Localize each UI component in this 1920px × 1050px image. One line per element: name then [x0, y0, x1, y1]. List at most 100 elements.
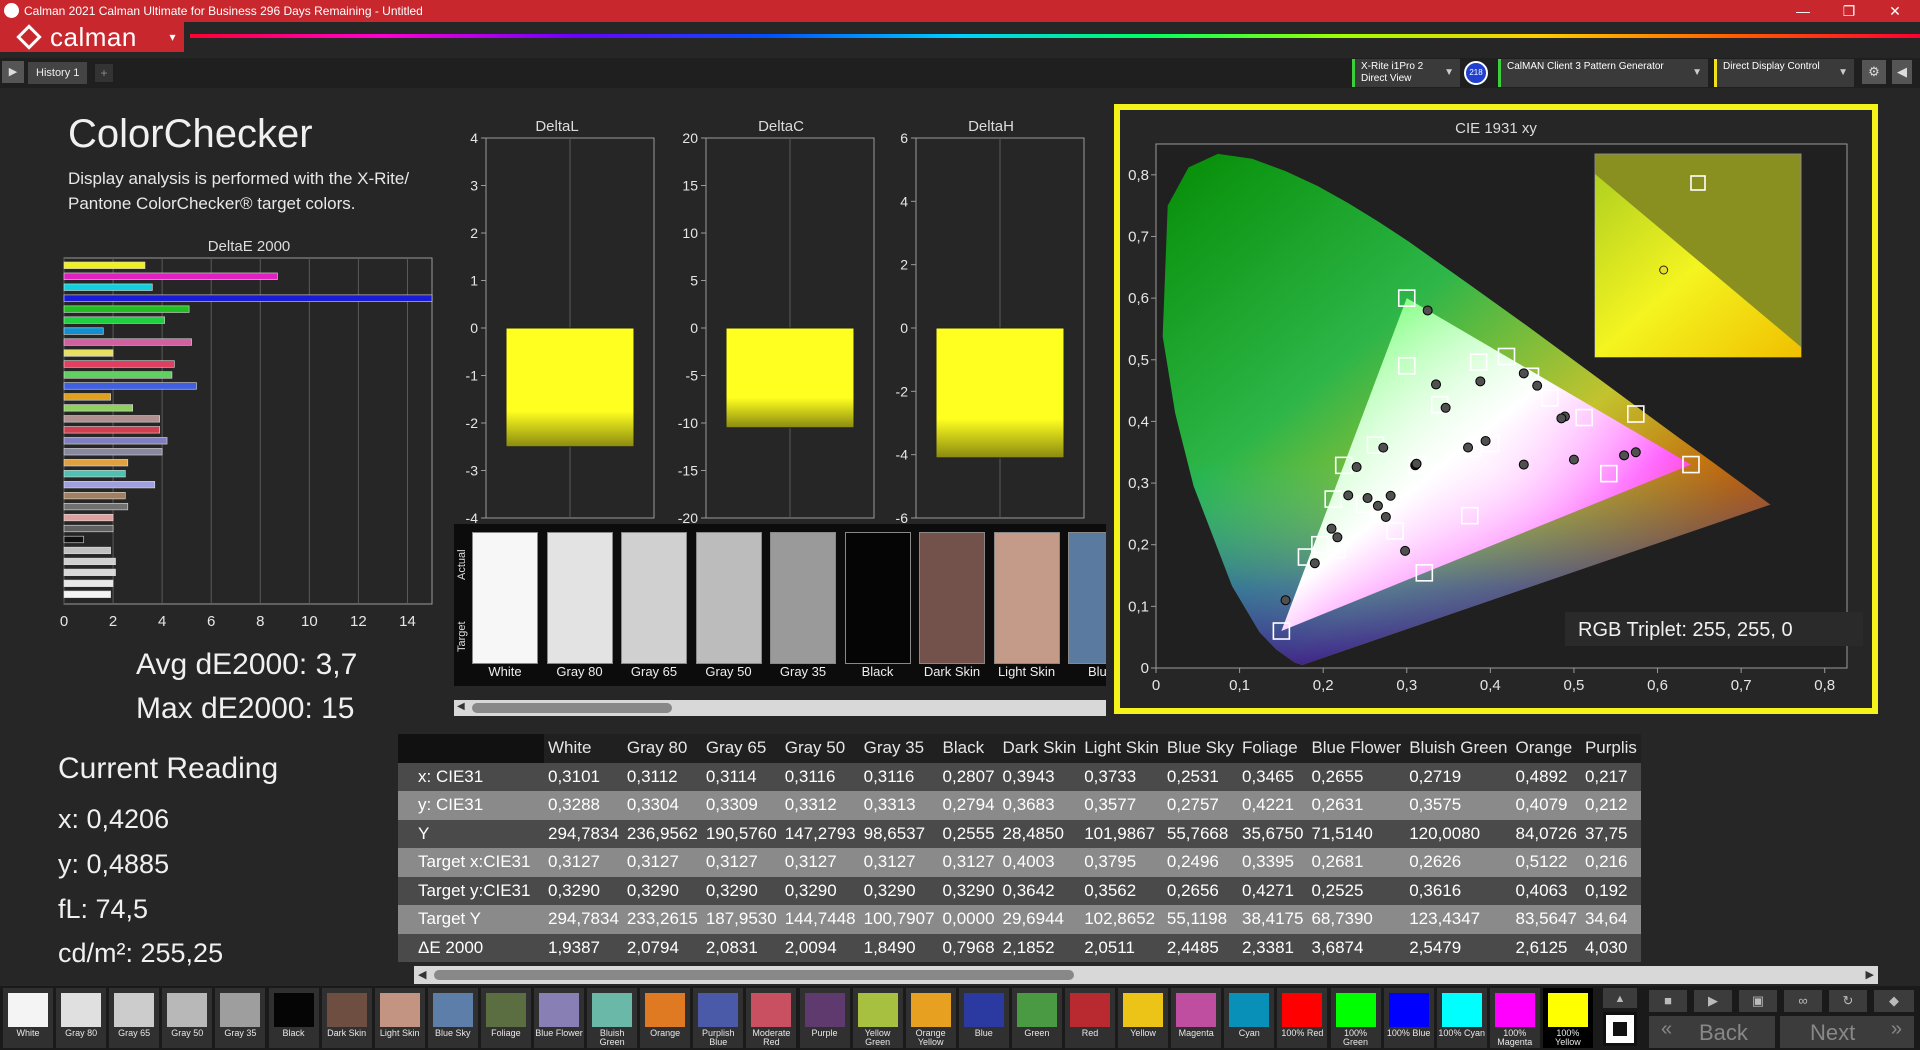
- table-cell: 0,3395: [1237, 848, 1308, 877]
- minimize-button[interactable]: —: [1780, 0, 1826, 22]
- row-label: Target y:CIE31: [398, 876, 544, 905]
- restore-button[interactable]: ❐: [1826, 0, 1872, 22]
- display-control-selector[interactable]: Direct Display Control ▼: [1714, 59, 1854, 87]
- scrollbar-thumb[interactable]: [434, 970, 1074, 980]
- close-button[interactable]: ✕: [1872, 0, 1918, 22]
- back-button[interactable]: « Back: [1649, 1016, 1775, 1048]
- patch-button[interactable]: Blue: [958, 988, 1009, 1048]
- y-tick-label: 0,4: [1128, 413, 1149, 430]
- save-icon[interactable]: ▣: [1739, 990, 1777, 1012]
- patch-button[interactable]: Bluish Green: [587, 988, 638, 1048]
- pattern-generator-selector[interactable]: CalMAN Client 3 Pattern Generator ▼: [1498, 59, 1708, 87]
- row-label: ΔE 2000: [398, 933, 544, 962]
- meter-selector[interactable]: X-Rite i1Pro 2 Direct View ▼: [1352, 59, 1460, 87]
- patch-button[interactable]: Gray 35: [215, 988, 266, 1048]
- add-tab-button[interactable]: +: [95, 64, 113, 82]
- table-cell: 0,3733: [1080, 762, 1163, 791]
- column-header: Bluish Green: [1405, 734, 1512, 763]
- patch-button[interactable]: Yellow Green: [852, 988, 903, 1048]
- patch-button[interactable]: Gray 65: [109, 988, 160, 1048]
- y-tick-label: 2: [470, 225, 478, 241]
- back-arrow-icon: «: [1661, 1018, 1673, 1040]
- pin-icon[interactable]: ◆: [1874, 990, 1914, 1012]
- actual-marker: [1372, 500, 1383, 511]
- scrollbar-thumb[interactable]: [472, 703, 672, 713]
- table-cell: 0,3309: [701, 791, 781, 820]
- patch-button[interactable]: Blue Flower: [534, 988, 584, 1048]
- y-tick-label: 1: [470, 273, 478, 289]
- patch-button[interactable]: Moderate Red: [746, 988, 797, 1048]
- patch-button[interactable]: Gray 80: [56, 988, 107, 1048]
- patch-label: Orange Yellow: [915, 1028, 946, 1047]
- swatch-label: Dark Skin: [923, 664, 981, 679]
- stop-icon[interactable]: [1603, 1012, 1637, 1046]
- actual-marker: [1385, 490, 1396, 501]
- column-header: White: [544, 734, 623, 763]
- table-cell: 0,3127: [544, 848, 623, 877]
- patch-button[interactable]: Gray 50: [162, 988, 213, 1048]
- patch-chip: [1494, 993, 1535, 1027]
- next-button[interactable]: Next »: [1780, 1016, 1914, 1048]
- y-tick-label: 0,7: [1128, 228, 1149, 245]
- reading-cdm2: cd/m²: 255,25: [58, 938, 224, 968]
- table-cell: 0,3127: [780, 848, 860, 877]
- table-cell: 2,0511: [1080, 933, 1163, 962]
- column-header: Gray 65: [701, 734, 781, 763]
- table-cell: 3,6874: [1307, 933, 1406, 962]
- chevron-left-icon[interactable]: ◀: [1892, 60, 1912, 84]
- table-cell: 2,1852: [998, 933, 1081, 962]
- patch-button[interactable]: Purplish Blue: [693, 988, 744, 1048]
- patch-button[interactable]: Green: [1011, 988, 1062, 1048]
- patch-label: Cyan: [1238, 1028, 1260, 1038]
- table-cell: 0,7968: [938, 933, 999, 962]
- patch-button[interactable]: 100% Red: [1277, 988, 1328, 1048]
- scroll-left-icon[interactable]: ◀: [457, 701, 465, 712]
- deltae-bar: [63, 294, 433, 302]
- x-tick-label: 0,5: [1564, 677, 1585, 694]
- play-icon[interactable]: ▶: [2, 61, 24, 83]
- patch-button[interactable]: Orange Yellow: [905, 988, 956, 1048]
- gear-icon[interactable]: ⚙: [1862, 60, 1886, 84]
- up-icon[interactable]: ▲: [1603, 988, 1637, 1008]
- patch-button[interactable]: 100% Magenta: [1489, 988, 1540, 1048]
- table-cell: 2,6125: [1511, 933, 1581, 962]
- patch-button[interactable]: 100% Green: [1330, 988, 1381, 1048]
- calman-menu-button[interactable]: calman ▾: [0, 22, 184, 52]
- reading-x: x: 0,4206: [58, 804, 170, 834]
- patch-button[interactable]: Dark Skin: [321, 988, 372, 1048]
- refresh-icon[interactable]: ↻: [1829, 990, 1867, 1012]
- patch-button[interactable]: Blue Sky: [427, 988, 478, 1048]
- tab-history-1[interactable]: History 1: [28, 62, 88, 84]
- patch-button[interactable]: 100% Cyan: [1436, 988, 1487, 1048]
- link-icon[interactable]: ∞: [1784, 990, 1822, 1012]
- patch-button[interactable]: Foliage: [480, 988, 531, 1048]
- patch-label: Blue Flower: [535, 1028, 583, 1038]
- patch-button[interactable]: Yellow: [1118, 988, 1169, 1048]
- table-scrollbar[interactable]: ◀ ▶: [414, 966, 1878, 984]
- stop-square-icon[interactable]: ■: [1649, 990, 1687, 1012]
- patch-button[interactable]: Purple: [799, 988, 850, 1048]
- table-cell: 0,3290: [859, 876, 939, 905]
- patch-button[interactable]: 100% Yellow: [1542, 988, 1593, 1048]
- table-row: x: CIE31 0,3101 0,3112 0,3114 0,3116 0,3116 0,…: [398, 762, 1641, 791]
- table-cell: 147,2793: [780, 819, 860, 848]
- actual-marker: [1309, 558, 1320, 569]
- patch-button[interactable]: 100% Blue: [1383, 988, 1434, 1048]
- patch-button[interactable]: Magenta: [1171, 988, 1222, 1048]
- patch-button[interactable]: Orange: [640, 988, 691, 1048]
- patch-button[interactable]: Black: [268, 988, 319, 1048]
- target-label: Target: [456, 621, 468, 652]
- patch-button[interactable]: Cyan: [1224, 988, 1275, 1048]
- scroll-right-icon[interactable]: ▶: [1866, 968, 1874, 981]
- back-label: Back: [1699, 1020, 1748, 1045]
- play-icon[interactable]: ▶: [1694, 990, 1732, 1012]
- actual-marker: [1378, 442, 1389, 453]
- patch-button[interactable]: Red: [1065, 988, 1115, 1048]
- column-header: Orange: [1511, 734, 1581, 763]
- patch-button[interactable]: White: [3, 988, 53, 1048]
- scroll-left-icon[interactable]: ◀: [418, 968, 426, 981]
- patch-button[interactable]: Light Skin: [374, 988, 425, 1048]
- actual-marker: [1280, 595, 1291, 606]
- swatch-scrollbar[interactable]: ◀: [454, 700, 1106, 716]
- deltae-bar: [63, 481, 156, 489]
